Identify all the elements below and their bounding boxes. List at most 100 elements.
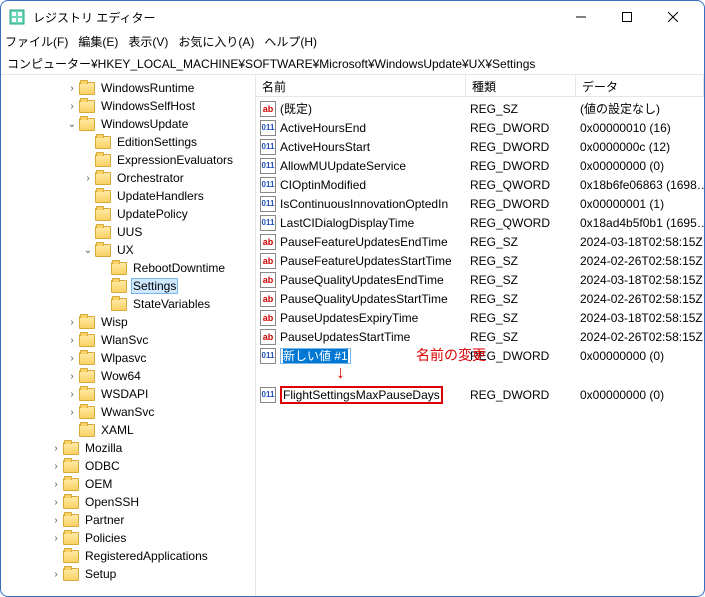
- folder-icon: [63, 496, 79, 509]
- tree-item[interactable]: › Setup: [1, 565, 255, 583]
- tree-item[interactable]: ›WwanSvc: [1, 403, 255, 421]
- value-type: REG_DWORD: [470, 197, 580, 211]
- binary-value-icon: 011: [260, 348, 276, 364]
- value-row[interactable]: 011LastCIDialogDisplayTimeREG_QWORD0x18a…: [256, 213, 704, 232]
- chevron-down-icon[interactable]: ⌄: [65, 119, 79, 130]
- annotation-target: FlightSettingsMaxPauseDays: [280, 386, 443, 404]
- value-row[interactable]: abPauseUpdatesExpiryTimeREG_SZ2024-03-18…: [256, 308, 704, 327]
- column-type[interactable]: 種類: [466, 75, 576, 96]
- tree-item[interactable]: ·RegisteredApplications: [1, 547, 255, 565]
- chevron-down-icon[interactable]: ⌄: [81, 245, 95, 256]
- column-data[interactable]: データ: [576, 75, 704, 96]
- tree-item[interactable]: ›Policies: [1, 529, 255, 547]
- chevron-right-icon[interactable]: ›: [49, 569, 63, 580]
- chevron-right-icon[interactable]: ›: [65, 317, 79, 328]
- tree-item[interactable]: ·UpdatePolicy: [1, 205, 255, 223]
- tree-item[interactable]: › WindowsSelfHost: [1, 97, 255, 115]
- chevron-right-icon[interactable]: ›: [65, 389, 79, 400]
- tree-item[interactable]: ·EditionSettings: [1, 133, 255, 151]
- value-data: 0x0000000c (12): [580, 140, 704, 154]
- tree-item[interactable]: ⌄WindowsUpdate: [1, 115, 255, 133]
- tree-item[interactable]: ·Settings: [1, 277, 255, 295]
- chevron-right-icon[interactable]: ›: [49, 443, 63, 454]
- string-value-icon: ab: [260, 329, 276, 345]
- minimize-button[interactable]: [558, 1, 604, 33]
- chevron-right-icon[interactable]: ›: [65, 353, 79, 364]
- tree-item[interactable]: ›Wlpasvc: [1, 349, 255, 367]
- tree-spacer: ·: [81, 209, 95, 220]
- tree-item[interactable]: ·ExpressionEvaluators: [1, 151, 255, 169]
- tree-item[interactable]: ›Partner: [1, 511, 255, 529]
- tree-item[interactable]: ›WSDAPI: [1, 385, 255, 403]
- value-name: PauseUpdatesExpiryTime: [280, 311, 470, 325]
- tree-item[interactable]: ›WindowsRuntime: [1, 79, 255, 97]
- tree-item-label: Wow64: [99, 369, 143, 383]
- tree-pane[interactable]: ›WindowsRuntime›WindowsSelfHost⌄WindowsU…: [1, 75, 256, 596]
- binary-value-icon: 011: [260, 196, 276, 212]
- tree-item[interactable]: › Wow64: [1, 367, 255, 385]
- chevron-right-icon[interactable]: ›: [65, 407, 79, 418]
- chevron-right-icon[interactable]: ›: [81, 173, 95, 184]
- column-name[interactable]: 名前: [256, 75, 466, 96]
- tree-item[interactable]: ·UpdateHandlers: [1, 187, 255, 205]
- value-data: 0x18b6fe06863 (1698…: [580, 178, 704, 192]
- menu-help[interactable]: ヘルプ(H): [264, 33, 317, 53]
- menu-favorites[interactable]: お気に入り(A): [178, 33, 254, 53]
- tree-item[interactable]: ·XAML: [1, 421, 255, 439]
- value-row[interactable]: ab(既定)REG_SZ(値の設定なし): [256, 99, 704, 118]
- tree-item[interactable]: ›ODBC: [1, 457, 255, 475]
- value-row[interactable]: 011CIOptinModifiedREG_QWORD0x18b6fe06863…: [256, 175, 704, 194]
- chevron-right-icon[interactable]: ›: [49, 497, 63, 508]
- menu-edit[interactable]: 編集(E): [78, 33, 118, 53]
- maximize-button[interactable]: [604, 1, 650, 33]
- menu-view[interactable]: 表示(V): [128, 33, 168, 53]
- chevron-right-icon[interactable]: ›: [49, 515, 63, 526]
- value-row[interactable]: 011ActiveHoursEndREG_DWORD0x00000010 (16…: [256, 118, 704, 137]
- value-row[interactable]: 011IsContinuousInnovationOptedInREG_DWOR…: [256, 194, 704, 213]
- chevron-right-icon[interactable]: ›: [65, 101, 79, 112]
- folder-icon: [63, 442, 79, 455]
- tree-item[interactable]: ›Mozilla: [1, 439, 255, 457]
- tree-item[interactable]: ·StateVariables: [1, 295, 255, 313]
- menu-file[interactable]: ファイル(F): [5, 33, 68, 53]
- value-row[interactable]: 011AllowMUUpdateServiceREG_DWORD0x000000…: [256, 156, 704, 175]
- chevron-right-icon[interactable]: ›: [49, 479, 63, 490]
- value-data: 2024-02-26T02:58:15Z: [580, 330, 704, 344]
- tree-spacer: ·: [97, 281, 111, 292]
- value-row[interactable]: abPauseQualityUpdatesEndTimeREG_SZ2024-0…: [256, 270, 704, 289]
- chevron-right-icon[interactable]: ›: [49, 533, 63, 544]
- folder-icon: [79, 388, 95, 401]
- tree-item[interactable]: ›Orchestrator: [1, 169, 255, 187]
- value-data: (値の設定なし): [580, 100, 704, 117]
- tree-item-label: Setup: [83, 567, 118, 581]
- value-row[interactable]: 011FlightSettingsMaxPauseDaysREG_DWORD0x…: [256, 385, 704, 404]
- value-row[interactable]: abPauseUpdatesStartTimeREG_SZ2024-02-26T…: [256, 327, 704, 346]
- value-name: PauseUpdatesStartTime: [280, 330, 470, 344]
- tree-item[interactable]: ·UUS: [1, 223, 255, 241]
- tree-item[interactable]: ›OEM: [1, 475, 255, 493]
- list-pane[interactable]: 名前 種類 データ 名前の変更 ↓ ab(既定)REG_SZ(値の設定なし)01…: [256, 75, 704, 596]
- tree-item[interactable]: ·RebootDowntime: [1, 259, 255, 277]
- tree-item-label: OpenSSH: [83, 495, 141, 509]
- tree-item[interactable]: › OpenSSH: [1, 493, 255, 511]
- value-name: (既定): [280, 100, 470, 117]
- chevron-right-icon[interactable]: ›: [65, 335, 79, 346]
- chevron-right-icon[interactable]: ›: [65, 371, 79, 382]
- tree-item[interactable]: ⌄UX: [1, 241, 255, 259]
- chevron-right-icon[interactable]: ›: [49, 461, 63, 472]
- value-row[interactable]: abPauseFeatureUpdatesEndTimeREG_SZ2024-0…: [256, 232, 704, 251]
- value-row[interactable]: abPauseFeatureUpdatesStartTimeREG_SZ2024…: [256, 251, 704, 270]
- address-bar[interactable]: コンピューター¥HKEY_LOCAL_MACHINE¥SOFTWARE¥Micr…: [1, 53, 704, 75]
- window-title: レジストリ エディター: [33, 9, 558, 26]
- tree-item-label: WindowsSelfHost: [99, 99, 197, 113]
- folder-icon: [79, 316, 95, 329]
- value-row[interactable]: abPauseQualityUpdatesStartTimeREG_SZ2024…: [256, 289, 704, 308]
- chevron-right-icon[interactable]: ›: [65, 83, 79, 94]
- tree-item[interactable]: ›WlanSvc: [1, 331, 255, 349]
- close-button[interactable]: [650, 1, 696, 33]
- value-type: REG_DWORD: [470, 159, 580, 173]
- tree-item[interactable]: ›Wisp: [1, 313, 255, 331]
- value-name: PauseFeatureUpdatesStartTime: [280, 254, 470, 268]
- value-row[interactable]: 011ActiveHoursStartREG_DWORD0x0000000c (…: [256, 137, 704, 156]
- value-data: 2024-02-26T02:58:15Z: [580, 292, 704, 306]
